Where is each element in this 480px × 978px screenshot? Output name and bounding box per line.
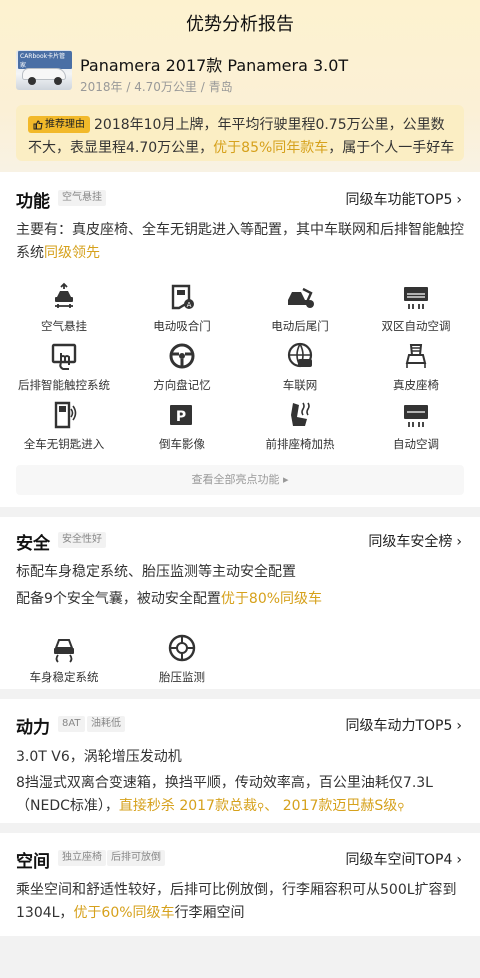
chevron-right-icon: ›: [456, 852, 462, 868]
power-card: 动力 8AT 油耗低 同级车动力TOP5 › 3.0T V6，涡轮增压发动机 8挡…: [0, 699, 480, 823]
safety-item-stability[interactable]: 车身稳定系统: [4, 633, 124, 685]
safety-card: 安全 安全性好 同级车安全榜 › 标配车身稳定系统、胎压监测等主动安全配置 配备9…: [0, 517, 480, 689]
car-thumbnail[interactable]: CARbook卡片管家: [16, 50, 72, 90]
air-suspension-icon: [55, 282, 73, 308]
soft-close-door-icon: A: [171, 284, 194, 310]
feature-item-leather-seat[interactable]: 真皮座椅: [356, 341, 476, 393]
chevron-decoration-icon: ›››: [461, 108, 464, 161]
feature-item-auto-ac[interactable]: 自动空调: [356, 400, 476, 452]
feature-item-power-tailgate[interactable]: 电动后尾门: [240, 282, 360, 334]
car-title: Panamera 2017款 Panamera 3.0T: [80, 56, 349, 75]
tire-pressure-icon: [168, 634, 196, 662]
feature-item-label: 后排智能触控系统: [18, 378, 110, 392]
feature-item-label: 车联网: [282, 378, 318, 392]
power-title: 动力: [16, 718, 50, 738]
stability-control-icon: [54, 639, 74, 663]
view-all-features-button[interactable]: 查看全部亮点功能 ▸: [16, 465, 464, 495]
features-card: 功能 空气悬挂 同级车功能TOP5 › 主要有：真皮座椅、全车无钥匙进入等配置，其…: [0, 172, 480, 507]
features-rank-link[interactable]: 同级车功能TOP5 ›: [345, 189, 462, 209]
connected-car-icon: [287, 342, 313, 368]
space-tag-fold: 后排可放倒: [107, 850, 165, 866]
safety-tag: 安全性好: [58, 532, 106, 548]
feature-item-label: 方向盘记忆: [153, 378, 211, 392]
recommend-reason-badge: 推荐理由: [28, 116, 90, 133]
power-tag-fuel: 油耗低: [87, 716, 125, 732]
features-tag: 空气悬挂: [58, 190, 106, 206]
power-line2: 8挡湿式双离合变速箱，换挡平顺，传动效率高，百公里油耗仅7.3L（NEDC标准）…: [16, 775, 433, 814]
dual-zone-ac-icon: [404, 287, 428, 309]
features-desc: 主要有：真皮座椅、全车无钥匙进入等配置，其中车联网和后排智能触控系统同级领先: [16, 222, 464, 261]
safety-line1: 标配车身稳定系统、胎压监测等主动安全配置: [16, 564, 296, 580]
feature-item-keyless-entry[interactable]: 全车无钥匙进入: [4, 400, 124, 452]
feature-item-seat-heating[interactable]: 前排座椅加热: [240, 400, 360, 452]
search-icon: ⚲: [397, 802, 405, 813]
thumbnail-tag: CARbook卡片管家: [18, 51, 72, 69]
feature-item-label: 全车无钥匙进入: [23, 437, 105, 451]
feature-item-label: 自动空调: [393, 437, 439, 451]
feature-item-label: 前排座椅加热: [265, 437, 335, 451]
safety-item-tire-pressure[interactable]: 胎压监测: [122, 633, 242, 685]
page-title: 优势分析报告: [186, 14, 294, 35]
chevron-right-icon: ›: [456, 718, 462, 734]
caret-right-icon: ▸: [282, 473, 289, 486]
feature-item-label: 倒车影像: [159, 437, 205, 451]
feature-item-rear-touch[interactable]: 后排智能触控系统: [4, 341, 124, 393]
chevron-right-icon: ›: [456, 534, 462, 550]
safety-line2: 配备9个安全气囊，被动安全配置优于80%同级车: [16, 591, 323, 607]
feature-item-label: 电动后尾门: [271, 319, 329, 333]
space-desc: 乘坐空间和舒适性较好，后排可比例放倒，行李厢容积可从500L扩容到1304L，优…: [16, 882, 457, 921]
compare-link-1[interactable]: 直接秒杀 2017款总裁⚲: [119, 798, 264, 814]
features-title: 功能: [16, 192, 50, 212]
svg-text:P: P: [176, 409, 186, 425]
seat-heating-icon: [291, 402, 310, 426]
power-tailgate-icon: [288, 287, 314, 308]
feature-item-label: 电动吸合门: [153, 319, 211, 333]
auto-ac-icon: [404, 405, 428, 427]
space-rank-link[interactable]: 同级车空间TOP4 ›: [345, 849, 462, 869]
space-title: 空间: [16, 852, 50, 872]
power-tag-8at: 8AT: [58, 716, 85, 732]
svg-text:A: A: [187, 301, 192, 309]
rear-touch-icon: [51, 343, 77, 370]
wheel-shape: [28, 77, 36, 85]
space-card: 空间 独立座椅 后排可放倒 同级车空间TOP4 › 乘坐空间和舒适性较好，后排可比…: [0, 833, 480, 936]
feature-item-dual-zone-ac[interactable]: 双区自动空调: [356, 282, 476, 334]
car-meta: 2018年 / 4.70万公里 / 青岛: [80, 80, 233, 94]
chevron-right-icon: ›: [456, 192, 462, 208]
space-tag-seat: 独立座椅: [58, 850, 106, 866]
leather-seat-icon: [405, 344, 427, 368]
reverse-camera-icon: P: [170, 405, 192, 425]
feature-item-steering-memory[interactable]: 方向盘记忆: [122, 341, 242, 393]
power-line1: 3.0T V6，涡轮增压发动机: [16, 749, 182, 765]
thumbs-up-icon: [33, 119, 43, 129]
safety-rank-link[interactable]: 同级车安全榜 ›: [368, 531, 462, 551]
steering-memory-icon: [169, 343, 195, 369]
feature-item-reverse-camera[interactable]: P 倒车影像: [122, 400, 242, 452]
wheel-shape: [54, 77, 62, 85]
compare-link-2[interactable]: 2017款迈巴赫S级⚲: [278, 798, 405, 814]
feature-item-connected-car[interactable]: 车联网: [240, 341, 360, 393]
feature-item-label: 空气悬挂: [41, 319, 87, 333]
safety-title: 安全: [16, 534, 50, 554]
feature-item-label: 双区自动空调: [381, 319, 451, 333]
feature-item-label: 真皮座椅: [393, 378, 439, 392]
feature-item-air-suspension[interactable]: 空气悬挂: [4, 282, 124, 334]
keyless-entry-icon: [54, 401, 77, 429]
power-rank-link[interactable]: 同级车动力TOP5 ›: [345, 715, 462, 735]
feature-item-soft-close-door[interactable]: A 电动吸合门: [122, 282, 242, 334]
recommend-reason-text: 2018年10月上牌，年平均行驶里程0.75万公里，公里数不大，表显里程4.70…: [28, 117, 455, 156]
